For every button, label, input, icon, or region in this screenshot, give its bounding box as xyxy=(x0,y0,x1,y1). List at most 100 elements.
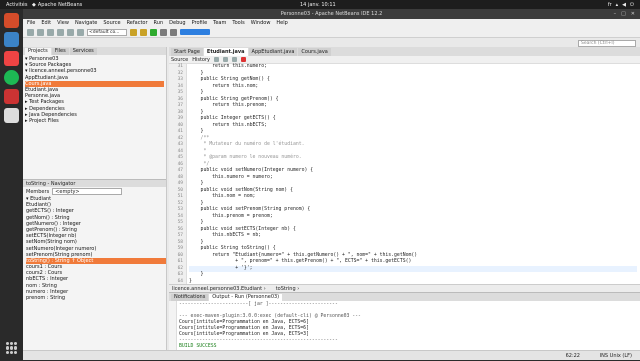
status-bar: 62:22 INS Unix (LF) xyxy=(23,350,640,360)
debug-icon[interactable] xyxy=(160,28,167,36)
forward-icon[interactable] xyxy=(222,57,228,62)
build-icon[interactable] xyxy=(130,28,137,36)
code-text: public void setNom(String nom) { xyxy=(189,187,293,193)
code-text: public String getNom() { xyxy=(189,77,270,82)
menu-item-run[interactable]: Run xyxy=(154,20,164,26)
save-all-icon[interactable] xyxy=(57,28,64,36)
open-project-icon[interactable] xyxy=(47,28,54,36)
editor-tab[interactable]: Start Page xyxy=(171,48,203,56)
editor-tab[interactable]: Cours.java xyxy=(298,48,331,56)
firefox-icon[interactable] xyxy=(4,13,19,28)
software-icon[interactable] xyxy=(4,51,19,66)
profile-icon[interactable] xyxy=(170,28,177,36)
new-file-icon[interactable] xyxy=(27,28,34,36)
code-area[interactable]: 31 return this.numero; 32 } 33 public Stri… xyxy=(178,64,637,284)
history-tab[interactable]: History xyxy=(192,57,210,63)
editor-icon[interactable] xyxy=(4,108,19,123)
members-select[interactable]: <empty> xyxy=(52,188,123,195)
code-text: this.nom = nom; xyxy=(189,194,256,199)
output-text: ------------------------[ jar ]---------… xyxy=(179,302,361,356)
code-text: } xyxy=(189,239,204,245)
menu-item-team[interactable]: Team xyxy=(213,20,226,26)
netbeans-icon: ◆ xyxy=(32,1,36,8)
menu-item-help[interactable]: Help xyxy=(276,20,287,26)
run-icon[interactable] xyxy=(150,28,157,36)
close-icon[interactable]: ✕ xyxy=(631,11,635,17)
tree-item[interactable]: ▸ Project Files xyxy=(25,118,164,124)
menu-item-edit[interactable]: Edit xyxy=(41,20,51,26)
menu-item-file[interactable]: File xyxy=(27,20,35,26)
code-text: public void setECTS(Integer nb) { xyxy=(189,226,296,232)
stop-icon[interactable] xyxy=(240,57,246,62)
output-tabs: Notifications Output - Run (Personne03) xyxy=(169,293,640,301)
output-tab[interactable]: Output - Run (Personne03) xyxy=(209,294,283,301)
system-tray[interactable]: fr ▴ ◀ ⏻ xyxy=(608,2,634,8)
minimize-icon[interactable]: – xyxy=(614,11,617,17)
code-text: */ xyxy=(189,161,210,167)
editor-tab[interactable]: AppEtudiant.java xyxy=(248,48,298,56)
navigator-title: toString - Navigator xyxy=(23,179,166,187)
app-menu[interactable]: ◆ Apache NetBeans xyxy=(32,2,82,8)
source-tab[interactable]: Source xyxy=(171,57,188,63)
output-side-toolbar xyxy=(169,301,177,351)
activities-button[interactable]: Activités xyxy=(0,2,32,8)
terminal-icon[interactable] xyxy=(4,89,19,104)
memory-indicator[interactable] xyxy=(180,29,210,35)
undo-icon[interactable] xyxy=(67,28,74,36)
breadcrumb-item[interactable]: licence.anneel.personne03.Etudiant › xyxy=(172,285,266,292)
output-tab[interactable]: Notifications xyxy=(171,294,209,301)
code-text: } xyxy=(189,220,204,225)
back-icon[interactable] xyxy=(213,57,219,62)
code-text: return this.prenom; xyxy=(189,103,267,108)
tab-files[interactable]: Files xyxy=(51,48,69,55)
new-project-icon[interactable] xyxy=(37,28,44,36)
maximize-icon[interactable]: □ xyxy=(621,11,626,17)
spotify-icon[interactable] xyxy=(4,70,19,85)
system-top-bar: Activités ◆ Apache NetBeans 14 janv. 10:1… xyxy=(0,0,640,9)
menu-item-refactor[interactable]: Refactor xyxy=(127,20,148,26)
menu-item-profile[interactable]: Profile xyxy=(192,20,208,26)
clean-build-icon[interactable] xyxy=(140,28,147,36)
code-text: public String toString() { xyxy=(189,246,276,251)
language-indicator[interactable]: fr xyxy=(608,2,612,8)
code-text: } xyxy=(189,200,204,206)
show-applications-icon[interactable] xyxy=(5,342,18,354)
menu-item-window[interactable]: Window xyxy=(251,20,271,26)
menu-item-debug[interactable]: Debug xyxy=(169,20,185,26)
code-text: /** xyxy=(189,135,210,141)
find-icon[interactable] xyxy=(231,57,237,62)
config-select[interactable]: <default co... xyxy=(87,28,127,36)
code-text: } xyxy=(189,181,204,186)
menu-item-tools[interactable]: Tools xyxy=(232,20,244,26)
code-text: } xyxy=(189,129,204,134)
code-text: + ", prenom=" + this.getPrenom() + ", EC… xyxy=(189,259,412,264)
navigator-filter: Members <empty> xyxy=(23,187,166,196)
tab-services[interactable]: Services xyxy=(69,48,97,55)
code-text: + '}'; xyxy=(189,265,253,271)
window-title: Personne03 - Apache NetBeans IDE 12.2 xyxy=(280,11,383,17)
files-icon[interactable] xyxy=(4,32,19,47)
editor-tabs: Start Page Etudiant.java AppEtudiant.java C… xyxy=(169,47,640,56)
editor-toolbar: Source History xyxy=(169,56,640,64)
output-line: ------------------------[ jar ]---------… xyxy=(179,302,338,307)
breadcrumb-item[interactable]: toString › xyxy=(276,285,300,292)
navigator-item[interactable]: prenom : String xyxy=(26,295,166,301)
code-editor[interactable]: 31 return this.numero; 32 } 33 public Stri… xyxy=(169,64,640,284)
code-text: } xyxy=(189,90,204,95)
editor-breadcrumb: licence.anneel.personne03.Etudiant › toSt… xyxy=(169,284,640,292)
redo-icon[interactable] xyxy=(77,28,84,36)
code-text: this.prenom = prenom; xyxy=(189,213,273,219)
navigator-list: ▾ Etudiant Etudiant() getECTS() : Intege… xyxy=(23,196,166,301)
code-text: this.numero = numero; xyxy=(189,174,273,180)
network-icon: ▴ xyxy=(615,1,619,8)
clock[interactable]: 14 janv. 10:11 xyxy=(300,2,336,8)
menu-item-navigate[interactable]: Navigate xyxy=(75,20,97,26)
tab-projects[interactable]: Projects xyxy=(25,48,51,55)
window-titlebar[interactable]: Personne03 - Apache NetBeans IDE 12.2 – □… xyxy=(23,9,640,19)
menu-item-source[interactable]: Source xyxy=(103,20,120,26)
search-input[interactable]: Search (Ctrl+I) xyxy=(578,40,636,47)
menu-item-view[interactable]: View xyxy=(57,20,69,26)
editor-tab[interactable]: Etudiant.java xyxy=(203,48,248,56)
code-text: return "Etudiant{numero=" + this.getNume… xyxy=(189,252,418,258)
code-text: this.nbECTS = nb; xyxy=(189,233,262,238)
